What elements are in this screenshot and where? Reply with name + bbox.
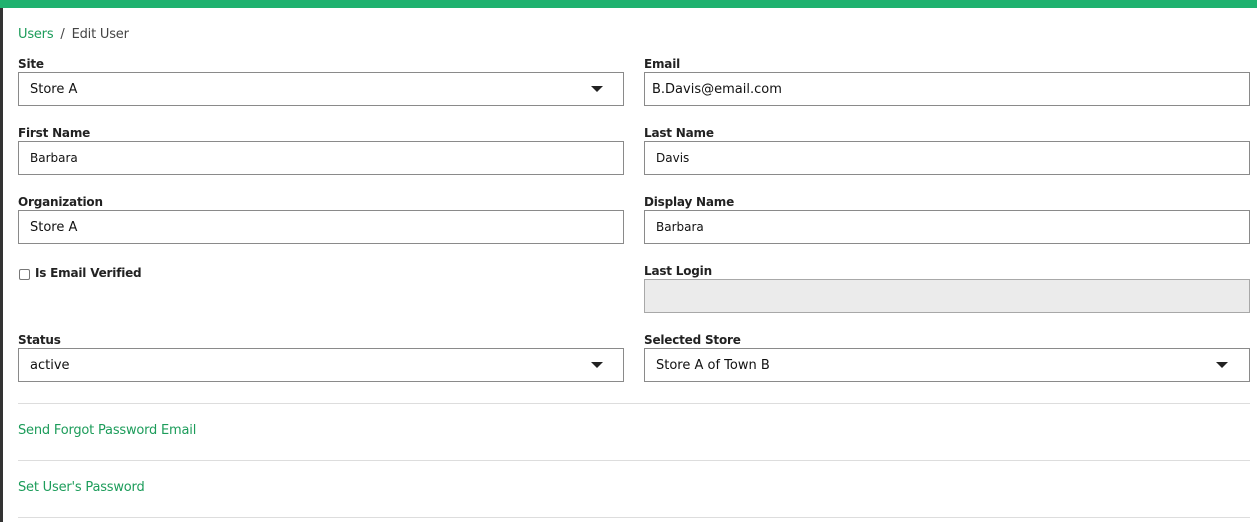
first-name-label: First Name [18,126,91,140]
last-name-value: Davis [656,151,690,165]
chevron-down-icon [1216,362,1228,368]
first-name-field[interactable]: Barbara [18,141,624,175]
divider [18,460,1250,461]
first-name-value: Barbara [30,151,78,165]
chevron-down-icon [591,362,603,368]
divider [18,403,1250,404]
breadcrumb: Users / Edit User [18,27,129,42]
top-accent-bar [0,0,1257,8]
chevron-down-icon [591,86,603,92]
status-label: Status [18,333,61,347]
breadcrumb-current: Edit User [71,27,129,42]
last-name-label: Last Name [644,126,714,140]
send-forgot-password-link[interactable]: Send Forgot Password Email [18,423,196,438]
email-field-value: B.Davis@email.com [652,81,782,97]
site-select[interactable]: Store A [18,72,624,106]
last-login-field [644,279,1250,313]
last-name-field[interactable]: Davis [644,141,1250,175]
site-label: Site [18,57,44,71]
divider [18,517,1250,518]
last-login-label: Last Login [644,264,712,278]
breadcrumb-users-link[interactable]: Users [18,27,54,42]
display-name-field[interactable]: Barbara [644,210,1250,244]
organization-value: Store A [30,219,78,235]
selected-store-select[interactable]: Store A of Town B [644,348,1250,382]
email-verified-checkbox[interactable] [19,269,30,280]
organization-label: Organization [18,195,103,209]
left-edge-bar [0,8,3,522]
status-select-value: active [30,357,70,373]
organization-field[interactable]: Store A [18,210,624,244]
status-select[interactable]: active [18,348,624,382]
email-field[interactable]: B.Davis@email.com [644,72,1250,106]
email-verified-label: Is Email Verified [35,266,142,280]
display-name-value: Barbara [656,220,704,234]
selected-store-label: Selected Store [644,333,741,347]
selected-store-value: Store A of Town B [656,357,770,373]
set-password-link[interactable]: Set User's Password [18,480,145,495]
site-select-value: Store A [30,81,78,97]
display-name-label: Display Name [644,195,735,209]
email-label: Email [644,57,681,71]
breadcrumb-separator: / [60,27,65,42]
